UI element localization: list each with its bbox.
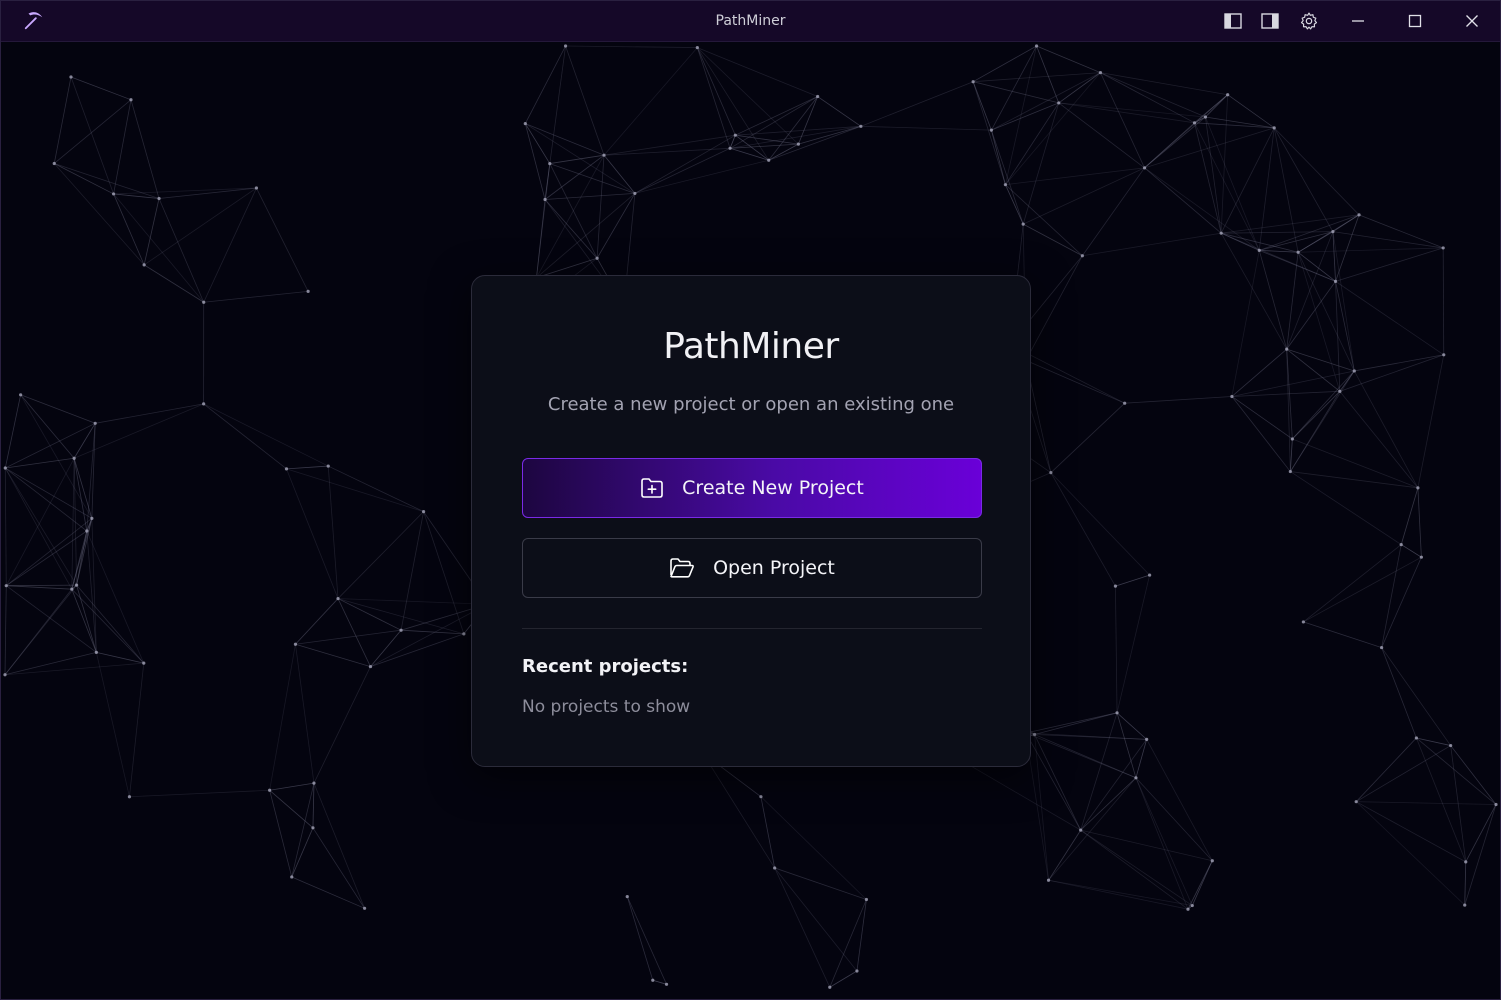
toggle-left-panel-icon <box>1224 13 1242 29</box>
title-bar[interactable]: PathMiner <box>1 1 1500 42</box>
toggle-right-panel-icon <box>1261 13 1279 29</box>
toggle-right-panel-button[interactable] <box>1258 9 1282 33</box>
folder-plus-icon <box>641 478 663 498</box>
maximize-icon <box>1408 14 1422 28</box>
divider <box>522 628 982 629</box>
recent-projects-empty: No projects to show <box>522 697 691 717</box>
minimize-icon <box>1352 20 1364 22</box>
close-button[interactable] <box>1460 9 1484 33</box>
app-window: PathMiner PathMiner Create a new project… <box>0 0 1501 1000</box>
welcome-card: PathMiner Create a new project or open a… <box>471 275 1031 767</box>
welcome-title: PathMiner <box>663 326 839 367</box>
create-new-project-button[interactable]: Create New Project <box>522 458 982 518</box>
folder-open-icon <box>670 558 695 578</box>
minimize-button[interactable] <box>1346 9 1370 33</box>
maximize-button[interactable] <box>1403 9 1427 33</box>
recent-projects-heading: Recent projects: <box>522 656 689 677</box>
settings-button[interactable] <box>1297 9 1321 33</box>
welcome-subtitle: Create a new project or open an existing… <box>547 394 955 415</box>
gear-icon <box>1300 12 1318 30</box>
open-project-button[interactable]: Open Project <box>522 538 982 598</box>
open-project-label: Open Project <box>713 557 835 579</box>
toggle-left-panel-button[interactable] <box>1221 9 1245 33</box>
create-new-project-label: Create New Project <box>682 477 864 499</box>
close-icon <box>1466 15 1478 27</box>
